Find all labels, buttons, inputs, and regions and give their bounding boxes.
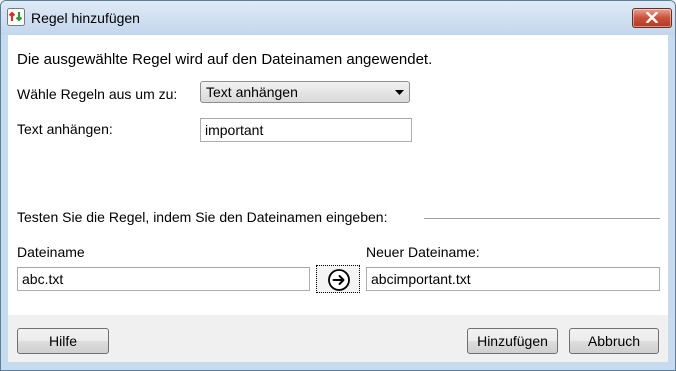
cancel-button[interactable]: Abbruch	[569, 328, 659, 354]
rule-select[interactable]: Text anhängen	[200, 81, 410, 103]
add-button[interactable]: Hinzufügen	[467, 328, 558, 354]
app-icon	[7, 8, 25, 26]
button-bar: Hilfe Hinzufügen Abbruch	[8, 315, 668, 362]
dialog-body: Die ausgewählte Regel wird auf den Datei…	[8, 35, 668, 362]
arrow-right-circle-icon	[328, 269, 350, 291]
group-divider	[424, 218, 660, 220]
help-button[interactable]: Hilfe	[17, 328, 109, 354]
window-title: Regel hinzufügen	[31, 10, 140, 26]
close-icon	[646, 12, 658, 23]
chevron-down-icon	[395, 90, 404, 95]
close-button[interactable]	[632, 8, 672, 28]
preview-button[interactable]	[316, 265, 360, 293]
new-filename-output[interactable]	[366, 267, 660, 291]
text-label: Text anhängen:	[17, 121, 113, 137]
rule-select-value: Text anhängen	[206, 84, 298, 100]
filename-label: Dateiname	[17, 244, 85, 260]
dialog-window: Regel hinzufügen Die ausgewählte Regel w…	[0, 0, 676, 371]
rule-label: Wähle Regeln aus um zu:	[17, 86, 178, 102]
title-bar[interactable]: Regel hinzufügen	[1, 1, 675, 35]
text-append-input[interactable]	[200, 118, 412, 142]
test-group-label: Testen Sie die Regel, indem Sie den Date…	[17, 209, 388, 225]
new-filename-label: Neuer Dateiname:	[366, 244, 480, 260]
filename-input[interactable]	[17, 267, 310, 291]
page-title: Die ausgewählte Regel wird auf den Datei…	[17, 51, 433, 68]
